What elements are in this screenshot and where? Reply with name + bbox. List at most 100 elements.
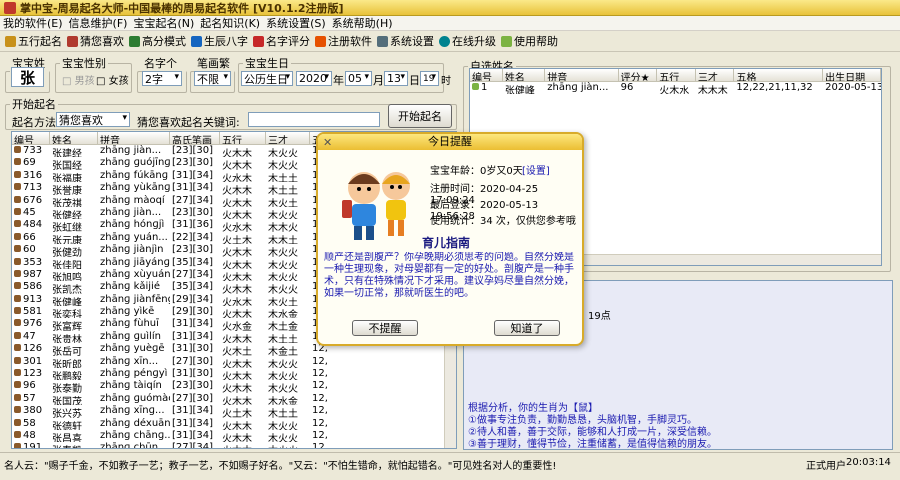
row-icon <box>14 282 21 290</box>
table-cell: 353 <box>12 257 50 269</box>
row-icon <box>14 294 21 302</box>
row-icon <box>14 430 21 438</box>
row-icon <box>14 393 21 401</box>
selected-col-header[interactable]: 姓名 <box>503 69 546 81</box>
month-select[interactable]: 05 <box>345 71 372 86</box>
table-cell: 火水木 <box>222 173 252 183</box>
table-cell: 57 <box>12 393 50 405</box>
table-cell: 张誉康 <box>52 186 82 195</box>
tool-guess-button[interactable]: 猜您喜欢 <box>67 33 124 49</box>
selected-col-header[interactable]: 五格 <box>734 69 824 81</box>
hour-unit: 时 <box>441 76 451 87</box>
table-cell: 木土土 <box>268 186 298 195</box>
selected-row[interactable]: 1 张健峰 zhānɡ jiàn... 96 火木水 木木木 12,22,21,11,32 2… <box>470 82 881 95</box>
count-select[interactable]: 2字 <box>142 71 182 86</box>
table-cell: 66 <box>12 232 50 244</box>
row-icon <box>14 418 21 426</box>
table-cell: [27][30] <box>172 355 214 367</box>
surname-input[interactable]: 张 <box>11 67 44 87</box>
selected-col-header[interactable]: 拼音 <box>545 69 619 81</box>
table-cell: 张国茂 <box>52 396 82 406</box>
table-cell: 69 <box>12 157 50 169</box>
table-row[interactable]: 58 张德轩 zhānɡ déxuān [31][34] 火木木 木火火 12, <box>12 418 456 430</box>
table-row[interactable]: 301 张昕郎 zhānɡ xīn... [27][30] 火木木 木火火 12, <box>12 356 456 368</box>
table-cell: 木火土 <box>268 198 298 207</box>
tool-upgrade-button[interactable]: 在线升级 <box>439 33 496 49</box>
selected-col-header[interactable]: 五行 <box>657 69 696 81</box>
names-col-header[interactable]: 编号 <box>12 132 50 144</box>
table-cell: 12, <box>312 429 328 441</box>
names-col-header[interactable]: 高氏笔画 <box>170 132 220 144</box>
table-cell: 火木木 <box>222 421 252 430</box>
table-cell: 火水金 <box>222 322 252 331</box>
tool-settings-button[interactable]: 系统设置 <box>377 33 434 49</box>
status-user: 正式用户 <box>806 461 846 472</box>
tool-wuxing-button[interactable]: 五行起名 <box>5 33 62 49</box>
table-cell: zhānɡ pénɡyì <box>100 368 168 380</box>
strokes-select[interactable]: 不限 <box>194 71 231 86</box>
table-cell: [31][34] <box>172 405 214 417</box>
table-cell: zhānɡ ɡuómào <box>100 392 170 404</box>
table-row[interactable]: 48 张昌喜 zhānɡ chānɡ... [31][34] 火木木 木火火 12, <box>12 430 456 442</box>
gender-male-option[interactable]: □ 男孩 <box>62 72 95 87</box>
start-naming-button[interactable]: 开始起名 <box>388 104 452 128</box>
method-select[interactable]: 猜您喜欢 <box>56 112 130 127</box>
tool-highscore-button[interactable]: 高分模式 <box>129 33 186 49</box>
table-row[interactable]: 123 张鹏毅 zhānɡ pénɡyì [31][30] 火木木 木火火 12, <box>12 368 456 380</box>
tool-bazi-button[interactable]: 生辰八字 <box>191 33 248 49</box>
calendar-select[interactable]: 公历生日 <box>241 71 293 86</box>
menu-settings[interactable]: 系统设置(S) <box>263 15 329 31</box>
table-cell: 火水木 <box>222 297 252 307</box>
got-it-button[interactable]: 知道了 <box>494 320 560 336</box>
menu-naming[interactable]: 宝宝起名(N) <box>130 15 197 31</box>
day-select[interactable]: 13 <box>384 71 408 86</box>
names-col-header[interactable]: 五行 <box>220 132 266 144</box>
menu-my-software[interactable]: 我的软件(E) <box>0 15 66 31</box>
tool-register-button[interactable]: 注册软件 <box>315 33 372 49</box>
table-cell: 张泰勤 <box>52 384 82 393</box>
selected-col-header[interactable]: 编号 <box>470 69 503 81</box>
popup-age: 宝宝年龄：0岁又0天 <box>430 166 523 177</box>
table-cell: 张凯杰 <box>52 285 82 294</box>
table-row[interactable]: 380 张兴苏 zhānɡ xīnɡ... [31][34] 火土木 木土土 12, <box>12 405 456 418</box>
selected-col-header[interactable]: 评分★ <box>619 69 658 81</box>
keyword-input[interactable] <box>248 112 380 127</box>
names-col-header[interactable]: 姓名 <box>50 132 98 144</box>
tool-help-button[interactable]: 使用帮助 <box>501 33 558 49</box>
popup-settings-link[interactable]: [设置] <box>522 162 550 177</box>
row-icon <box>14 183 21 191</box>
selected-col-header[interactable]: 三才 <box>696 69 735 81</box>
gender-female-option[interactable]: □ 女孩 <box>96 72 129 87</box>
names-col-header[interactable]: 三才 <box>266 132 310 144</box>
names-col-header[interactable]: 拼音 <box>98 132 170 144</box>
table-cell: [23][30] <box>172 206 214 218</box>
table-cell: 张德轩 <box>52 421 82 430</box>
table-cell: 张健经 <box>52 210 82 220</box>
selected-col-header[interactable]: 出生日期 <box>823 69 881 81</box>
table-cell: 木火火 <box>268 421 298 430</box>
table-cell: [35][34] <box>172 281 214 293</box>
table-cell: zhānɡ màoqí <box>100 194 165 206</box>
row-icon <box>14 232 21 240</box>
table-cell: 713 <box>12 182 50 194</box>
table-row[interactable]: 191张春凯zhānɡ chūn... [27][34] 火木木木火火12, <box>12 442 456 448</box>
table-cell: [23][30] <box>172 145 214 156</box>
menu-help[interactable]: 系统帮助(H) <box>329 15 396 31</box>
selected-table-header: 编号 姓名 拼音 评分★ 五行 三才 五格 出生日期 <box>470 69 881 82</box>
table-row[interactable]: 96 张泰勤 zhānɡ tàiqín [23][30] 火木木 木火火 12, <box>12 380 456 393</box>
year-select[interactable]: 2020 <box>296 71 332 86</box>
table-cell: zhānɡ hónɡjì <box>100 219 165 231</box>
menu-knowledge[interactable]: 起名知识(K) <box>197 15 263 31</box>
table-row[interactable]: 57 张国茂 zhānɡ ɡuómào [27][30] 火木木 木水金 12, <box>12 393 456 405</box>
table-cell: 12, <box>312 392 328 404</box>
popup-close-icon[interactable]: ✕ <box>323 136 332 149</box>
dont-remind-button[interactable]: 不提醒 <box>352 320 418 336</box>
hour-select[interactable]: 19 <box>420 71 439 86</box>
table-cell: 火木木 <box>222 210 252 220</box>
row-icon <box>14 220 21 228</box>
table-cell: 火木木 <box>222 272 252 282</box>
tool-score-button[interactable]: 名字评分 <box>253 33 310 49</box>
table-cell: 火土木 <box>222 235 252 245</box>
table-cell: 58 <box>12 418 50 430</box>
menu-info[interactable]: 信息维护(F) <box>66 15 131 31</box>
